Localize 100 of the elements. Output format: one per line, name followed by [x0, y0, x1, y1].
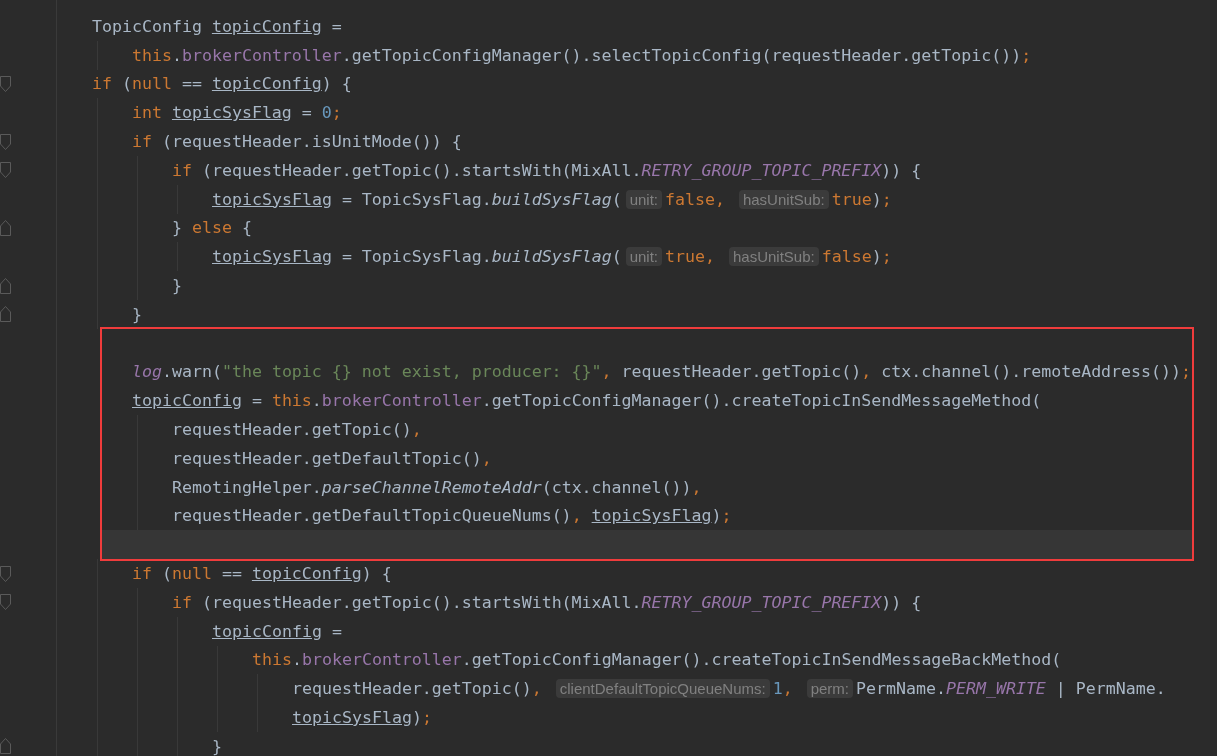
keyword: this: [271, 391, 312, 411]
keyword: ;: [881, 247, 892, 267]
parameter-hint: perm:: [806, 679, 854, 699]
code-text: {: [240, 218, 252, 238]
keyword: this: [132, 45, 172, 65]
code-text: .getTopicConfigManager().selectTopicConfig(requestHeader.getTopic()): [341, 45, 1022, 65]
code-text: =: [330, 621, 342, 641]
code-text: }: [132, 304, 142, 324]
variable-name: topicSysFlag: [212, 247, 332, 267]
code-text: requestHeader.getTopic(): [620, 362, 862, 382]
method-name: parseChannelRemoteAddr: [321, 477, 542, 497]
keyword: ;: [331, 103, 342, 123]
code-text: )) {: [881, 592, 922, 612]
code-text: ) {: [361, 564, 392, 584]
code-text: (: [611, 247, 622, 267]
variable-name: topicSysFlag: [212, 189, 332, 209]
keyword: else: [192, 218, 232, 238]
code-text: (requestHeader.getTopic().startsWith(MixAll.: [200, 592, 642, 612]
fold-end-icon[interactable]: [0, 306, 11, 323]
keyword: ;: [1021, 45, 1032, 65]
field-name: brokerController: [301, 650, 462, 670]
code-text: =: [300, 103, 313, 123]
code-text: .: [291, 650, 302, 670]
keyword: ,: [571, 506, 583, 526]
code-text: (requestHeader.getTopic().startsWith(MixAll.: [200, 160, 642, 180]
parameter-hint: unit:: [625, 189, 662, 209]
number-literal: 0: [321, 103, 332, 123]
keyword: true,: [665, 247, 716, 267]
keyword: ,: [861, 362, 872, 382]
code-text: =: [250, 391, 263, 411]
code-text: }: [172, 218, 183, 238]
code-text: requestHeader.getTopic(): [292, 679, 532, 699]
fold-end-icon[interactable]: [0, 277, 11, 294]
code-text: ): [711, 506, 722, 526]
code-text: | PermName.: [1054, 679, 1166, 699]
code-text: RemotingHelper.: [172, 477, 322, 497]
keyword: false: [821, 247, 872, 267]
keyword: this: [252, 650, 292, 670]
keyword: ;: [1181, 362, 1192, 382]
variable-name: topicConfig: [211, 16, 322, 36]
code-text: (: [120, 74, 132, 94]
keyword: false,: [665, 189, 726, 209]
variable-name: topicSysFlag: [591, 506, 712, 526]
parameter-hint: clientDefaultTopicQueueNums:: [555, 679, 770, 699]
fold-end-icon[interactable]: [0, 219, 11, 236]
code-text: (: [160, 564, 172, 584]
code-text: requestHeader.getTopic(): [172, 420, 412, 440]
parameter-hint: hasUnitSub:: [728, 247, 819, 267]
fold-marker-icon[interactable]: [0, 594, 11, 611]
code-text: .getTopicConfigManager().createTopicInSendMessageMethod(: [481, 391, 1042, 411]
keyword: ,: [601, 362, 612, 382]
variable-name: topicConfig: [132, 391, 242, 411]
keyword: if: [172, 160, 192, 180]
keyword: ;: [881, 189, 892, 209]
code-text: requestHeader.getDefaultTopic(): [172, 448, 482, 468]
static-field-name: log: [132, 362, 162, 382]
code-text: TopicConfig: [92, 16, 203, 36]
keyword: ,: [411, 420, 422, 440]
parameter-hint: hasUnitSub:: [738, 189, 829, 209]
keyword: ,: [691, 477, 702, 497]
fold-marker-icon[interactable]: [0, 76, 11, 92]
fold-marker-icon[interactable]: [0, 133, 11, 150]
variable-name: topicConfig: [251, 564, 362, 584]
keyword: null: [131, 74, 172, 94]
keyword: ,: [782, 679, 794, 699]
constant-name: PERM_WRITE: [945, 679, 1046, 699]
variable-name: topicSysFlag: [292, 708, 412, 727]
code-text: .getTopicConfigManager().createTopicInSendMessageBackMethod(: [461, 650, 1062, 670]
code-text: ): [871, 247, 882, 267]
code-text: = TopicSysFlag.: [340, 189, 492, 209]
fold-marker-icon[interactable]: [0, 565, 11, 582]
method-name: buildSysFlag: [491, 189, 612, 209]
code-text: .: [171, 45, 182, 65]
keyword: int: [132, 103, 163, 123]
code-text: ): [411, 708, 422, 727]
fold-marker-icon[interactable]: [0, 162, 11, 179]
code-text: .warn(: [162, 362, 222, 382]
code-text: =: [330, 16, 342, 36]
code-text: = TopicSysFlag.: [340, 247, 492, 267]
keyword: true: [831, 189, 872, 209]
code-text: (ctx.channel()): [541, 477, 692, 497]
code-text: (requestHeader.isUnitMode()) {: [160, 132, 462, 152]
parameter-hint: unit:: [625, 247, 662, 267]
constant-name: RETRY_GROUP_TOPIC_PREFIX: [641, 160, 882, 180]
code-text: }: [212, 736, 222, 756]
code-text: (: [611, 189, 622, 209]
keyword: if: [132, 564, 152, 584]
code-text: ): [871, 189, 882, 209]
fold-end-icon[interactable]: [0, 738, 11, 755]
string-literal: "the topic {} not exist, producer: {}": [221, 362, 602, 382]
code-text: ==: [180, 74, 203, 94]
keyword: ;: [421, 708, 432, 727]
code-text: )) {: [881, 160, 922, 180]
keyword: ,: [531, 679, 543, 699]
keyword: ,: [481, 448, 492, 468]
keyword: if: [172, 592, 192, 612]
keyword: if: [132, 132, 152, 152]
method-name: buildSysFlag: [491, 247, 612, 267]
variable-name: topicConfig: [211, 74, 322, 94]
keyword: if: [92, 74, 112, 94]
